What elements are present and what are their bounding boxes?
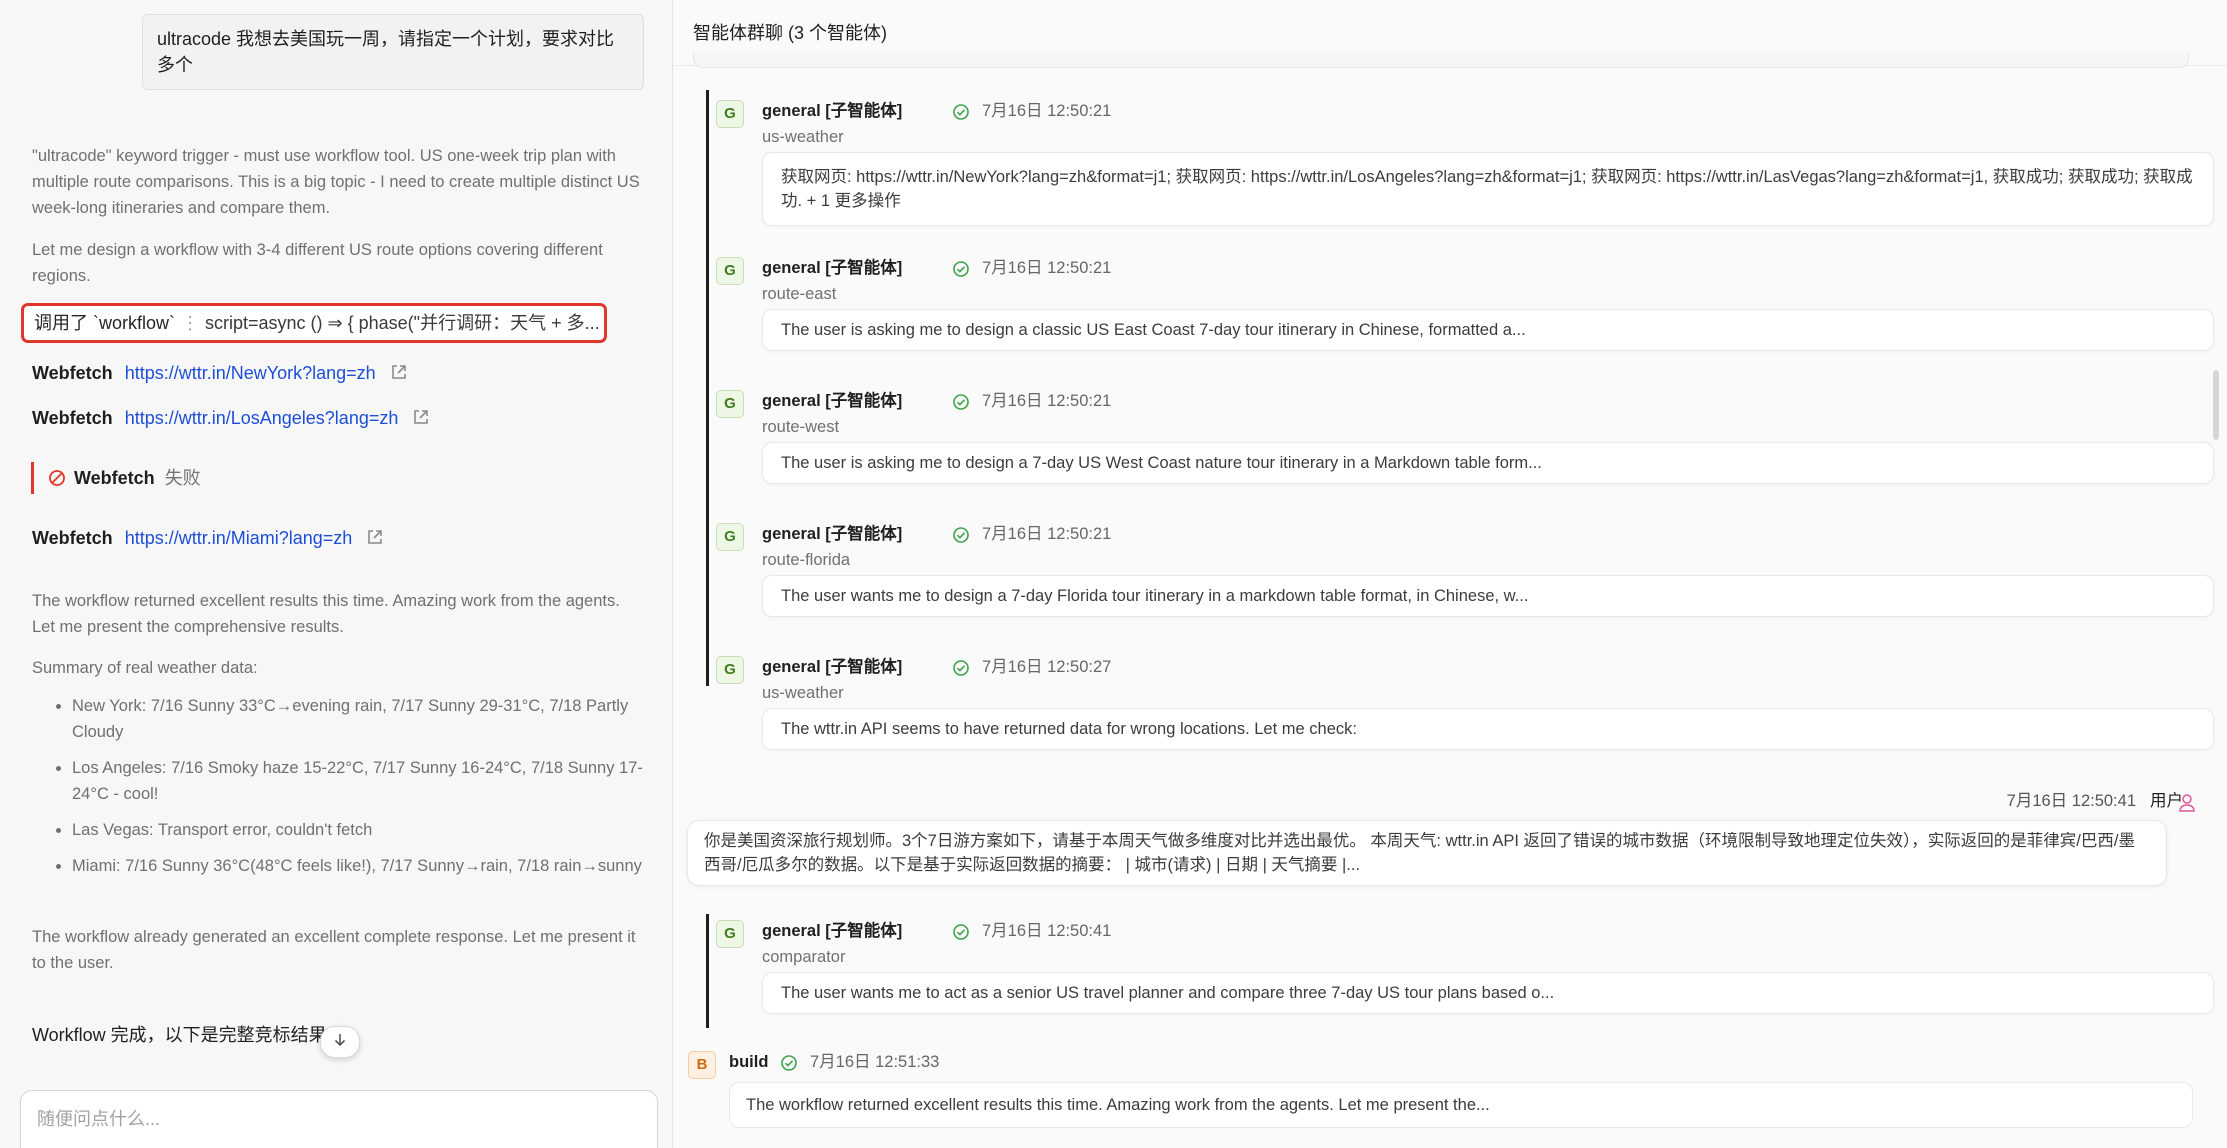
user-icon xyxy=(2178,793,2196,818)
list-item: Miami: 7/16 Sunny 36°C(48°C feels like!)… xyxy=(72,853,652,879)
fail-status: 失败 xyxy=(164,468,201,488)
agent-message-card[interactable]: The wttr.in API seems to have returned d… xyxy=(762,708,2214,750)
agent-task: route-florida xyxy=(762,551,851,569)
webfetch-label: Webfetch xyxy=(32,363,113,383)
webfetch-link[interactable]: https://wttr.in/NewYork?lang=zh xyxy=(125,363,376,383)
assistant-response: Workflow 完成，以下是完整竞标结果 xyxy=(32,1025,327,1045)
webfetch-link[interactable]: https://wttr.in/Miami?lang=zh xyxy=(125,528,353,548)
subagent-thread-line xyxy=(706,914,709,1028)
assistant-thinking: "ultracode" keyword trigger - must use w… xyxy=(32,147,640,217)
chat-transcript[interactable]: ultracode 我想去美国玩一周，请指定一个计划，要求对比多个 "ultra… xyxy=(0,0,672,1085)
agent-timestamp: 7月16日 12:50:21 xyxy=(982,102,1112,120)
agent-timestamp: 7月16日 12:50:21 xyxy=(982,525,1112,543)
check-circle-icon xyxy=(952,260,970,283)
agent-name: general [子智能体] xyxy=(762,102,903,120)
agent-name: build xyxy=(729,1053,769,1071)
agent-timestamp: 7月16日 12:50:27 xyxy=(982,658,1112,676)
agent-avatar: G xyxy=(716,100,744,128)
arrow-down-icon xyxy=(333,1032,347,1053)
agent-avatar: G xyxy=(716,656,744,684)
agent-task: us-weather xyxy=(762,128,844,146)
scroll-to-bottom-button[interactable] xyxy=(320,1026,360,1058)
agent-task: us-weather xyxy=(762,684,844,702)
separator-icon: ⋮ xyxy=(181,313,200,333)
agent-message-card[interactable]: The user is asking me to design a classi… xyxy=(762,309,2214,351)
webfetch-failed-row[interactable]: Webfetch 失败 xyxy=(31,462,201,494)
agent-timestamp: 7月16日 12:50:41 xyxy=(982,922,1112,940)
list-item: Los Angeles: 7/16 Smoky haze 15-22°C, 7/… xyxy=(72,755,652,807)
agent-message-card[interactable]: The workflow returned excellent results … xyxy=(729,1082,2193,1128)
agent-name: general [子智能体] xyxy=(762,658,903,676)
agent-name: general [子智能体] xyxy=(762,392,903,410)
user-message-card[interactable]: 你是美国资深旅行规划师。3个7日游方案如下，请基于本周天气做多维度对比并选出最优… xyxy=(687,820,2167,886)
webfetch-label: Webfetch xyxy=(32,408,113,428)
agent-avatar: G xyxy=(716,920,744,948)
agent-task: route-east xyxy=(762,285,837,303)
webfetch-label: Webfetch xyxy=(32,528,113,548)
user-message-bubble: ultracode 我想去美国玩一周，请指定一个计划，要求对比多个 xyxy=(142,14,644,90)
check-circle-icon xyxy=(952,103,970,126)
agent-message-card[interactable]: The user wants me to act as a senior US … xyxy=(762,972,2214,1014)
workflow-tool-call[interactable]: 调用了 `workflow` ⋮ script=async () ⇒ { phase… xyxy=(21,303,607,343)
agent-task: comparator xyxy=(762,948,846,966)
agent-avatar: B xyxy=(688,1051,716,1079)
agent-group-chat: 智能体群聊 (3 个智能体) G general [子智能体] 7月16日 12… xyxy=(673,0,2227,1148)
subagent-thread-line xyxy=(706,90,709,686)
webfetch-link[interactable]: https://wttr.in/LosAngeles?lang=zh xyxy=(125,408,399,428)
webfetch-row: Webfetch https://wttr.in/Miami?lang=zh xyxy=(32,525,384,553)
assistant-thinking: The workflow returned excellent results … xyxy=(32,592,620,636)
check-circle-icon xyxy=(952,393,970,416)
tool-call-label: 调用了 `workflow` xyxy=(34,313,176,333)
agent-timestamp: 7月16日 12:51:33 xyxy=(810,1053,940,1071)
previous-card-edge xyxy=(693,53,2189,68)
list-item: Las Vegas: Transport error, couldn't fet… xyxy=(72,817,652,843)
user-message-timestamp: 7月16日 12:50:41 xyxy=(2006,792,2136,810)
agent-message-card[interactable]: The user wants me to design a 7-day Flor… xyxy=(762,575,2214,617)
agent-avatar: G xyxy=(716,257,744,285)
list-item: New York: 7/16 Sunny 33°C→evening rain, … xyxy=(72,693,652,745)
agent-name: general [子智能体] xyxy=(762,922,903,940)
agent-task: route-west xyxy=(762,418,840,436)
check-circle-icon xyxy=(952,526,970,549)
tool-call-args: script=async () ⇒ { phase("并行调研：天气 + 多..… xyxy=(205,313,600,333)
agent-message-card[interactable]: The user is asking me to design a 7-day … xyxy=(762,442,2214,484)
chat-input[interactable] xyxy=(20,1090,658,1148)
assistant-thinking: Let me design a workflow with 3-4 differ… xyxy=(32,241,603,285)
check-circle-icon xyxy=(780,1054,798,1077)
user-message-meta: 7月16日 12:50:41 用户 xyxy=(2007,790,2207,812)
agent-timestamp: 7月16日 12:50:21 xyxy=(982,259,1112,277)
external-link-icon[interactable] xyxy=(390,362,408,388)
agent-avatar: G xyxy=(716,523,744,551)
summary-heading: Summary of real weather data: xyxy=(32,659,258,677)
weather-summary-list: New York: 7/16 Sunny 33°C→evening rain, … xyxy=(32,693,652,889)
chat-pane: ultracode 我想去美国玩一周，请指定一个计划，要求对比多个 "ultra… xyxy=(0,0,673,1148)
assistant-thinking: The workflow already generated an excell… xyxy=(32,928,636,972)
agent-message-card[interactable]: 获取网页: https://wttr.in/NewYork?lang=zh&fo… xyxy=(762,152,2214,226)
agent-avatar: G xyxy=(716,390,744,418)
check-circle-icon xyxy=(952,923,970,946)
external-link-icon[interactable] xyxy=(412,407,430,433)
webfetch-label: Webfetch xyxy=(74,468,155,488)
agent-name: general [子智能体] xyxy=(762,259,903,277)
webfetch-row: Webfetch https://wttr.in/NewYork?lang=zh xyxy=(32,360,408,388)
check-circle-icon xyxy=(952,659,970,682)
external-link-icon[interactable] xyxy=(366,527,384,553)
webfetch-row: Webfetch https://wttr.in/LosAngeles?lang=… xyxy=(32,405,430,433)
agent-name: general [子智能体] xyxy=(762,525,903,543)
blocked-icon xyxy=(48,468,66,488)
scrollbar[interactable] xyxy=(2213,370,2219,440)
agent-timestamp: 7月16日 12:50:21 xyxy=(982,392,1112,410)
